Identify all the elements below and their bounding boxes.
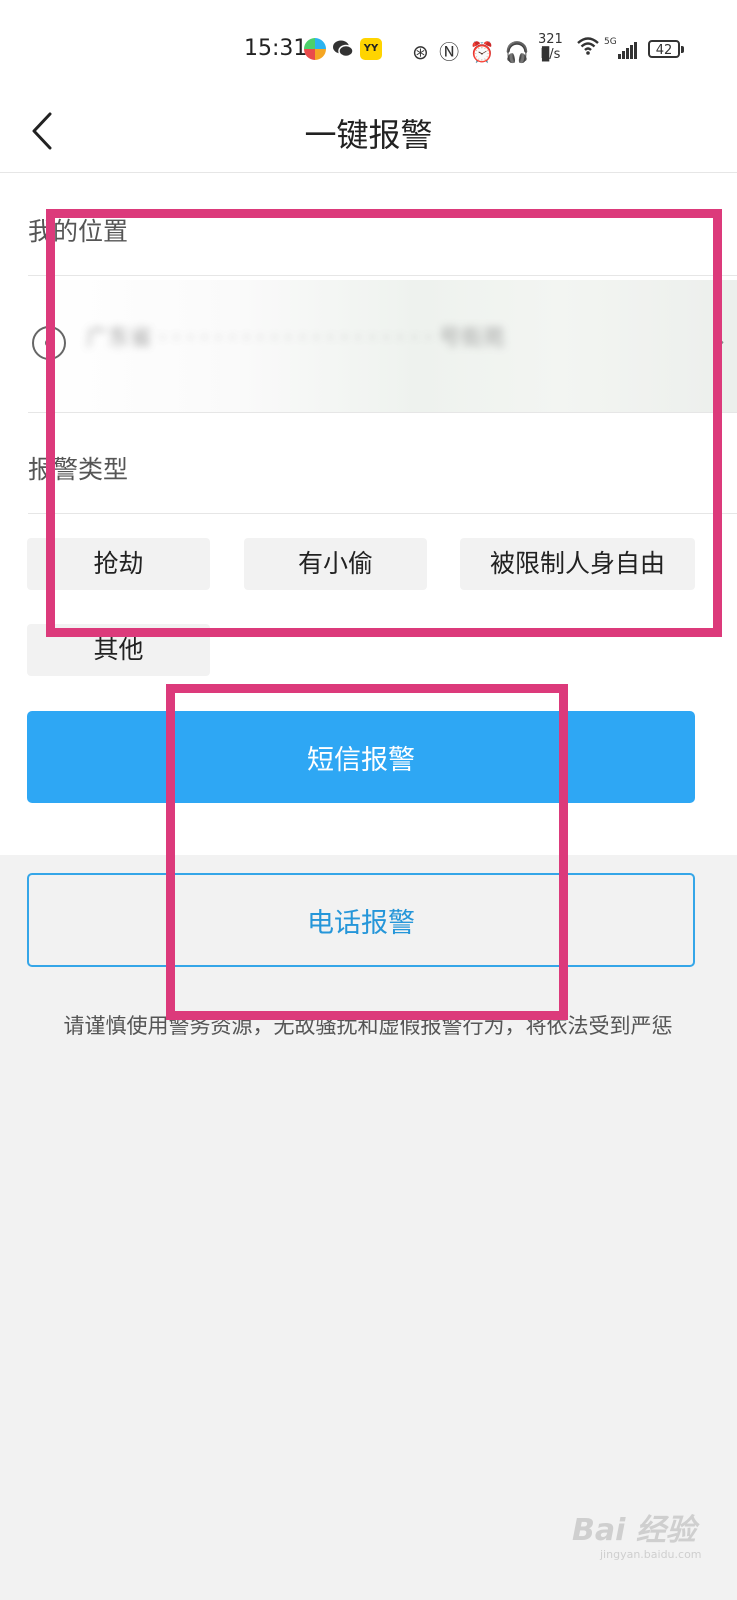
network-speed-unit: B/s xyxy=(540,47,561,62)
wechat-icon xyxy=(332,38,354,60)
status-bar: 15:31 YY ⊛ Ⓝ ⏰ 🎧 ▮ 321 B/s 5G 42 xyxy=(0,0,737,100)
alarm-type-option-other[interactable]: 其他 xyxy=(27,624,210,676)
alarm-type-option-thief[interactable]: 有小偷 xyxy=(244,538,427,590)
status-time: 15:31 xyxy=(244,36,308,61)
battery-icon: 42 xyxy=(648,40,684,58)
divider xyxy=(28,275,737,276)
divider xyxy=(28,412,737,413)
alarm-type-option-robbery[interactable]: 抢劫 xyxy=(27,538,210,590)
baidu-jingyan-watermark: Bai 经验 xyxy=(572,1513,696,1548)
header-divider xyxy=(0,172,737,173)
network-speed: 321 B/s xyxy=(538,32,563,62)
alarm-type-option-restricted-freedom[interactable]: 被限制人身自由 xyxy=(460,538,695,590)
divider xyxy=(28,513,737,514)
system-status-icons: ⊛ Ⓝ ⏰ 🎧 ▮ xyxy=(412,40,553,64)
battery-level: 42 xyxy=(655,43,673,58)
location-address: 广东省 · · · · · · · · · · · · · · · · · · … xyxy=(86,326,505,351)
chevron-right-icon: › xyxy=(716,330,725,355)
warning-notice: 请谨慎使用警务资源，无故骚扰和虚假报警行为，将依法受到严惩 xyxy=(63,1014,673,1038)
location-target-icon xyxy=(32,326,66,360)
location-section-label: 我的位置 xyxy=(28,217,129,246)
location-row[interactable]: 广东省 · · · · · · · · · · · · · · · · · · … xyxy=(28,280,737,412)
alarm-type-section-label: 报警类型 xyxy=(28,455,129,484)
sms-alarm-button[interactable]: 短信报警 xyxy=(27,711,695,803)
watermark-url: jingyan.baidu.com xyxy=(600,1548,702,1561)
phone-alarm-button[interactable]: 电话报警 xyxy=(27,873,695,967)
network-type: 5G xyxy=(604,37,617,47)
wifi-icon xyxy=(576,36,600,61)
baidu-app-icon xyxy=(304,38,326,60)
cellular-signal-icon xyxy=(618,40,638,59)
network-speed-value: 321 xyxy=(538,32,563,47)
page-title: 一键报警 xyxy=(304,116,433,154)
yy-app-icon: YY xyxy=(360,38,382,60)
